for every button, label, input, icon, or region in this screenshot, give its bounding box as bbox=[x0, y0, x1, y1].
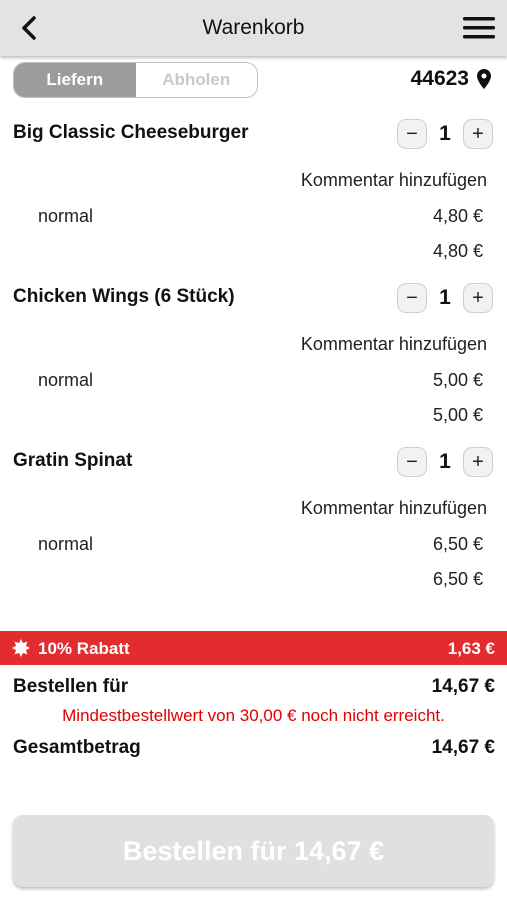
add-comment-link[interactable]: Kommentar hinzufügen bbox=[301, 334, 487, 355]
zip-code: 44623 bbox=[410, 67, 469, 90]
total-label: Gesamtbetrag bbox=[13, 737, 141, 758]
discount-banner: 10% Rabatt 1,63 € bbox=[0, 631, 507, 665]
delivery-mode-toggle: Liefern Abholen bbox=[13, 62, 258, 98]
badge-icon bbox=[12, 639, 30, 657]
decrease-quantity-button[interactable]: − bbox=[397, 447, 427, 477]
item-name: Big Classic Cheeseburger bbox=[13, 122, 249, 143]
item-name: Gratin Spinat bbox=[13, 450, 133, 471]
increase-quantity-button[interactable]: + bbox=[463, 283, 493, 313]
order-for-value: 14,67 € bbox=[431, 676, 495, 697]
quantity-stepper: − 1 + bbox=[397, 283, 493, 313]
item-total: 6,50 € bbox=[432, 569, 483, 589]
item-variant: normal bbox=[38, 206, 94, 226]
quantity-value: 1 bbox=[439, 450, 451, 473]
quantity-stepper: − 1 + bbox=[397, 447, 493, 477]
location-zip[interactable]: 44623 bbox=[411, 67, 491, 91]
minimum-order-warning: Mindestbestellwert von 30,00 € noch nich… bbox=[62, 706, 445, 725]
add-comment-link[interactable]: Kommentar hinzufügen bbox=[301, 170, 487, 191]
discount-label: 10% Rabatt bbox=[38, 639, 130, 658]
variant-price: 6,50 € bbox=[432, 534, 483, 554]
total-value: 14,67 € bbox=[431, 737, 495, 758]
item-name: Chicken Wings (6 Stück) bbox=[13, 286, 235, 307]
add-comment-link[interactable]: Kommentar hinzufügen bbox=[301, 498, 487, 519]
item-variant: normal bbox=[38, 534, 94, 554]
top-bar: Warenkorb bbox=[0, 0, 507, 56]
hamburger-menu-icon[interactable] bbox=[461, 12, 497, 44]
order-button[interactable]: Bestellen für 14,67 € bbox=[13, 815, 494, 887]
page-title: Warenkorb bbox=[202, 16, 305, 39]
discount-value: 1,63 € bbox=[447, 639, 495, 658]
decrease-quantity-button[interactable]: − bbox=[397, 119, 427, 149]
quantity-stepper: − 1 + bbox=[397, 119, 493, 149]
tab-deliver[interactable]: Liefern bbox=[14, 63, 136, 97]
item-variant: normal bbox=[38, 370, 94, 390]
decrease-quantity-button[interactable]: − bbox=[397, 283, 427, 313]
order-for-label: Bestellen für bbox=[13, 676, 129, 697]
location-pin-icon bbox=[477, 69, 491, 89]
item-total: 5,00 € bbox=[432, 405, 483, 425]
total-row: Gesamtbetrag 14,67 € bbox=[13, 737, 495, 759]
tab-pickup[interactable]: Abholen bbox=[135, 63, 257, 97]
increase-quantity-button[interactable]: + bbox=[463, 447, 493, 477]
quantity-value: 1 bbox=[439, 122, 451, 145]
item-total: 4,80 € bbox=[432, 241, 483, 261]
increase-quantity-button[interactable]: + bbox=[463, 119, 493, 149]
variant-price: 5,00 € bbox=[432, 370, 483, 390]
variant-price: 4,80 € bbox=[432, 206, 483, 226]
quantity-value: 1 bbox=[439, 286, 451, 309]
order-for-row: Bestellen für 14,67 € bbox=[13, 676, 495, 698]
